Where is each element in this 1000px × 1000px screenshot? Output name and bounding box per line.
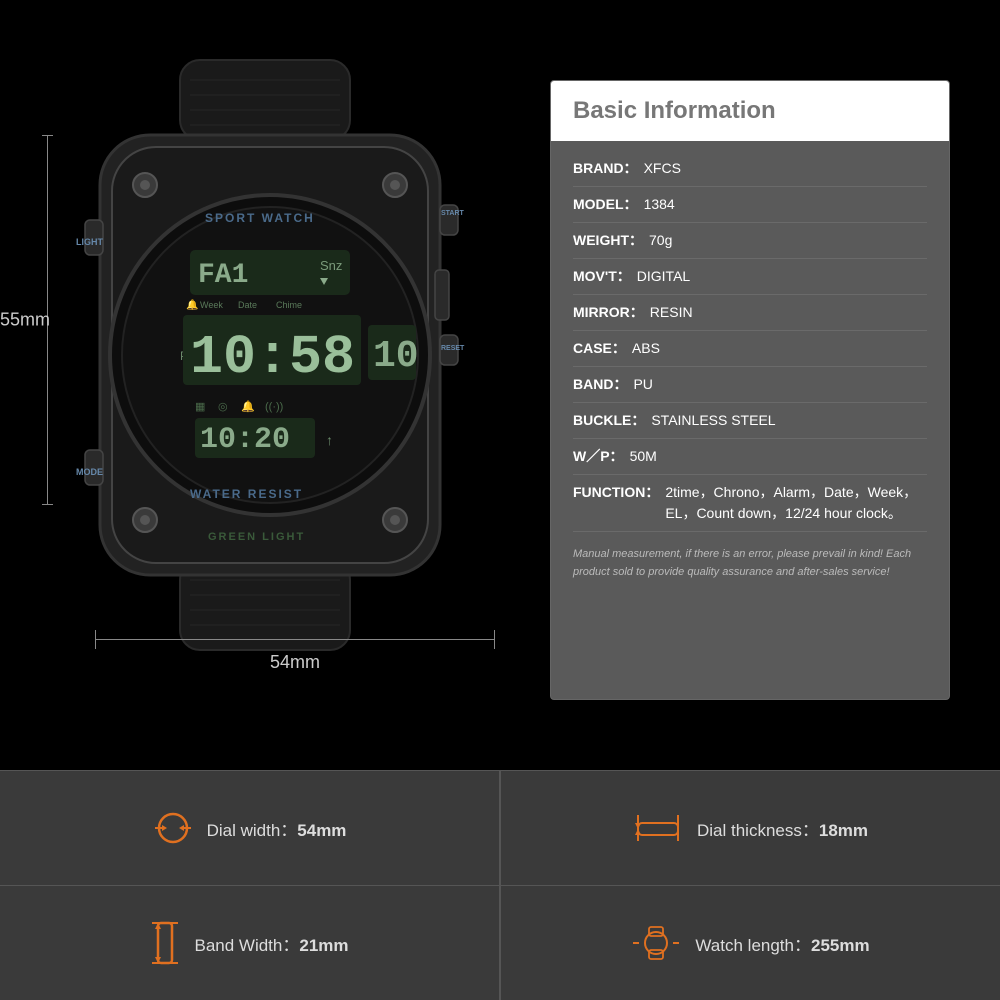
svg-text:LIGHT: LIGHT xyxy=(76,237,103,247)
svg-text:Snz: Snz xyxy=(320,258,342,273)
svg-text:GREEN LIGHT: GREEN LIGHT xyxy=(208,531,305,543)
svg-text:Chime: Chime xyxy=(276,300,302,310)
spec-cell-watch-length: Watch length：255mm xyxy=(500,886,1000,1000)
svg-text:▦: ▦ xyxy=(195,401,205,413)
info-value-1: 1384 xyxy=(644,194,927,215)
info-value-9: 2time，Chrono，Alarm，Date，Week，EL，Count do… xyxy=(665,482,927,524)
info-value-0: XFCS xyxy=(644,158,927,179)
svg-text:🔔: 🔔 xyxy=(241,400,255,413)
info-title-bar: Basic Information xyxy=(551,81,949,141)
info-value-4: RESIN xyxy=(650,302,927,323)
info-value-2: 70g xyxy=(649,230,927,251)
svg-text:↑: ↑ xyxy=(326,432,333,448)
svg-text:Week: Week xyxy=(200,300,223,310)
svg-text:10:58: 10:58 xyxy=(190,326,355,389)
info-value-5: ABS xyxy=(632,338,927,359)
info-value-7: STAINLESS STEEL xyxy=(651,410,927,431)
info-title: Basic Information xyxy=(573,97,776,124)
info-row-7: BUCKLE： STAINLESS STEEL xyxy=(573,403,927,439)
svg-text:RESET: RESET xyxy=(441,345,465,352)
specs-bar: Dial width：54mm Dial thickness：18mm xyxy=(0,770,1000,1000)
dial-width-icon xyxy=(153,808,193,848)
svg-text:SPORT WATCH: SPORT WATCH xyxy=(205,211,315,225)
svg-text:Date: Date xyxy=(238,300,257,310)
info-value-6: PU xyxy=(633,374,927,395)
svg-text:START: START xyxy=(441,210,465,217)
svg-text:((·)): ((·)) xyxy=(265,401,283,413)
info-value-3: DIGITAL xyxy=(637,266,927,287)
info-row-0: BRAND： XFCS xyxy=(573,151,927,187)
info-row-3: MOV'T： DIGITAL xyxy=(573,259,927,295)
info-panel: Basic Information BRAND：XFCSMODEL：1384WE… xyxy=(550,80,950,700)
dial-width-text: Dial width：54mm xyxy=(207,816,347,841)
info-value-8: 50M xyxy=(630,446,927,467)
info-row-2: WEIGHT： 70g xyxy=(573,223,927,259)
svg-text:MODE: MODE xyxy=(76,467,103,477)
info-row-5: CASE： ABS xyxy=(573,331,927,367)
spec-cell-dial-thickness: Dial thickness：18mm xyxy=(500,771,1000,885)
info-row-1: MODEL： 1384 xyxy=(573,187,927,223)
dim-54mm-label: 54mm xyxy=(270,652,320,673)
dim-55mm-label: 55mm xyxy=(0,310,50,331)
spec-cell-dial-width: Dial width：54mm xyxy=(0,771,500,885)
band-width-text: Band Width：21mm xyxy=(194,931,348,956)
band-width-icon xyxy=(150,921,180,965)
info-note: Manual measurement, if there is an error… xyxy=(573,546,927,581)
info-label-2: WEIGHT： xyxy=(573,230,643,251)
info-label-5: CASE： xyxy=(573,338,626,359)
svg-text:WATER RESIST: WATER RESIST xyxy=(190,487,303,501)
info-row-9: FUNCTION：2time，Chrono，Alarm，Date，Week，EL… xyxy=(573,475,927,532)
svg-text:FA1: FA1 xyxy=(198,260,248,291)
info-label-3: MOV'T： xyxy=(573,266,631,287)
spec-cell-band-width: Band Width：21mm xyxy=(0,886,500,1000)
info-label-0: BRAND： xyxy=(573,158,638,179)
svg-text:🔔: 🔔 xyxy=(186,299,198,311)
info-label-4: MIRROR： xyxy=(573,302,644,323)
info-label-9: FUNCTION： xyxy=(573,482,659,524)
watch-length-icon xyxy=(631,925,681,961)
info-row-4: MIRROR： RESIN xyxy=(573,295,927,331)
info-label-8: W／P： xyxy=(573,446,624,467)
svg-text:10: 10 xyxy=(373,335,419,378)
dial-thickness-icon xyxy=(633,813,683,843)
info-row-6: BAND： PU xyxy=(573,367,927,403)
svg-text:◎: ◎ xyxy=(218,401,228,413)
dial-thickness-text: Dial thickness：18mm xyxy=(697,816,868,841)
svg-text:10:20: 10:20 xyxy=(200,423,290,457)
info-row-8: W／P： 50M xyxy=(573,439,927,475)
info-label-1: MODEL： xyxy=(573,194,638,215)
watch-length-text: Watch length：255mm xyxy=(695,931,869,956)
info-label-7: BUCKLE： xyxy=(573,410,645,431)
info-label-6: BAND： xyxy=(573,374,627,395)
